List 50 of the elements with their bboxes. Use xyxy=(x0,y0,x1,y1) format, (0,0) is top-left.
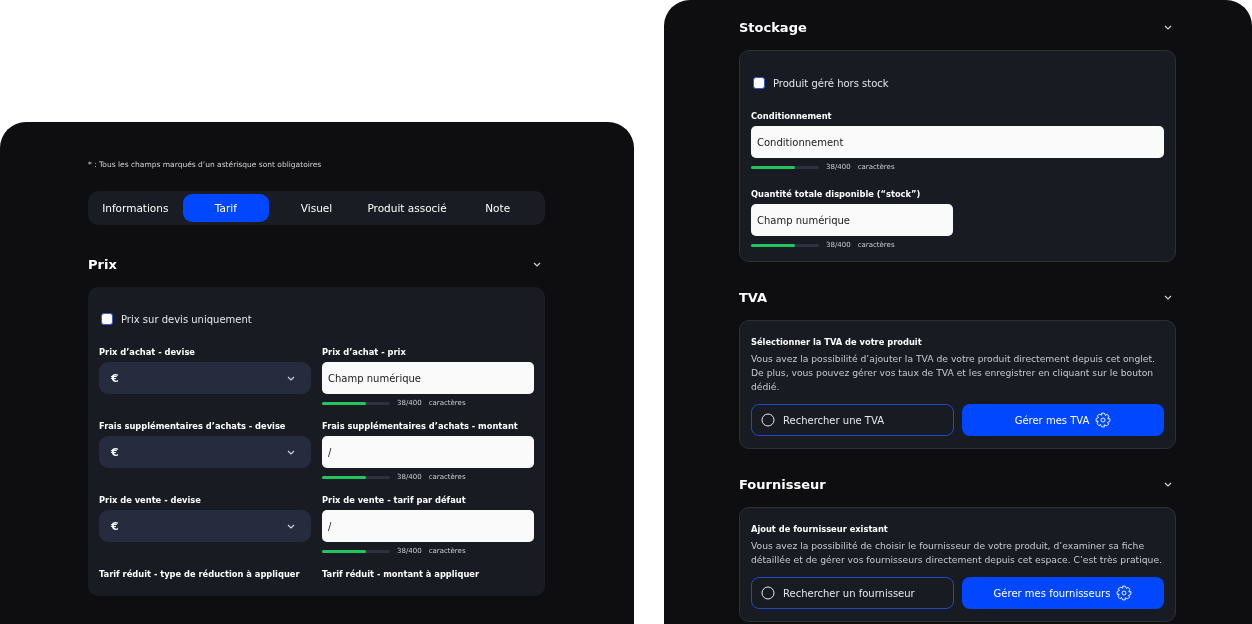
gear-icon xyxy=(1116,585,1133,601)
field-label: Tarif réduit - montant à appliquer xyxy=(322,569,480,579)
chevron-down-icon[interactable] xyxy=(533,262,541,267)
currency-select[interactable]: € xyxy=(99,436,311,468)
field-label: Prix d’achat - prix xyxy=(322,347,407,357)
manage-button[interactable]: Gérer mes fournisseurs xyxy=(962,577,1164,609)
chevron-down-icon[interactable] xyxy=(287,523,295,529)
chevron-down-icon[interactable] xyxy=(287,375,295,381)
chevron-down-icon[interactable] xyxy=(1164,295,1172,300)
field-label: Quantité totale disponible (“stock”) xyxy=(751,189,922,199)
gear-icon xyxy=(1095,412,1112,428)
manage-button[interactable]: Gérer mes TVA xyxy=(962,404,1164,436)
input-field[interactable]: Champ numérique xyxy=(322,362,534,394)
field-label: Tarif réduit - type de réduction à appliquer xyxy=(99,569,301,579)
description: Vous avez la possibilité d’ajouter la TVA de votre produit directement depuis cet onglet. De plus, vous pouvez gérer vos taux de TVA et les enregistrer en cliquant sur le bouton dédié. xyxy=(751,352,1156,394)
section-title: Fournisseur xyxy=(739,477,826,492)
search-field[interactable]: Rechercher un fournisseur xyxy=(751,577,954,609)
chevron-down-icon[interactable] xyxy=(1164,482,1172,487)
tab[interactable]: Note xyxy=(454,194,541,222)
card-heading: Sélectionner la TVA de votre produit xyxy=(751,337,923,347)
input-field[interactable]: Conditionnement xyxy=(751,126,1164,158)
field-label: Prix de vente - devise xyxy=(99,495,202,505)
checkbox[interactable] xyxy=(101,313,113,325)
tab[interactable]: Tarif xyxy=(182,194,270,222)
currency-select[interactable]: € xyxy=(99,362,311,394)
currency-select[interactable]: € xyxy=(99,510,311,542)
description: Vous avez la possibilité de choisir le fournisseur de votre produit, d’examiner sa fiche détaillée et de gérer vos fournisseurs directement depuis cet espace. C’est très pratique. xyxy=(751,539,1163,567)
section-title: TVA xyxy=(739,290,768,305)
chevron-down-icon[interactable] xyxy=(1164,25,1172,30)
field-label: Frais supplémentaires d’achats - devise xyxy=(99,421,287,431)
field-label: Frais supplémentaires d’achats - montant xyxy=(322,421,519,431)
tab[interactable]: Visuel xyxy=(273,194,360,222)
input-field[interactable]: Champ numérique xyxy=(751,204,953,236)
search-field[interactable]: Rechercher une TVA xyxy=(751,404,954,436)
section-title: Prix xyxy=(88,257,117,272)
field-label: Prix de vente - tarif par défaut xyxy=(322,495,467,505)
search-icon xyxy=(761,413,775,427)
section-title: Stockage xyxy=(739,20,807,35)
input-field[interactable]: / xyxy=(322,436,534,468)
checkbox-label: Prix sur devis uniquement xyxy=(121,313,252,325)
card-heading: Ajout de fournisseur existant xyxy=(751,524,889,534)
checkbox-label: Produit géré hors stock xyxy=(773,77,889,89)
chevron-down-icon[interactable] xyxy=(287,449,295,455)
field-label: Conditionnement xyxy=(751,111,833,121)
tab[interactable]: Produit associé xyxy=(363,194,451,222)
field-label: Prix d’achat - devise xyxy=(99,347,196,357)
input-field[interactable]: / xyxy=(322,510,534,542)
checkbox[interactable] xyxy=(753,77,765,89)
tab[interactable]: Informations xyxy=(92,194,179,222)
search-icon xyxy=(761,586,775,600)
